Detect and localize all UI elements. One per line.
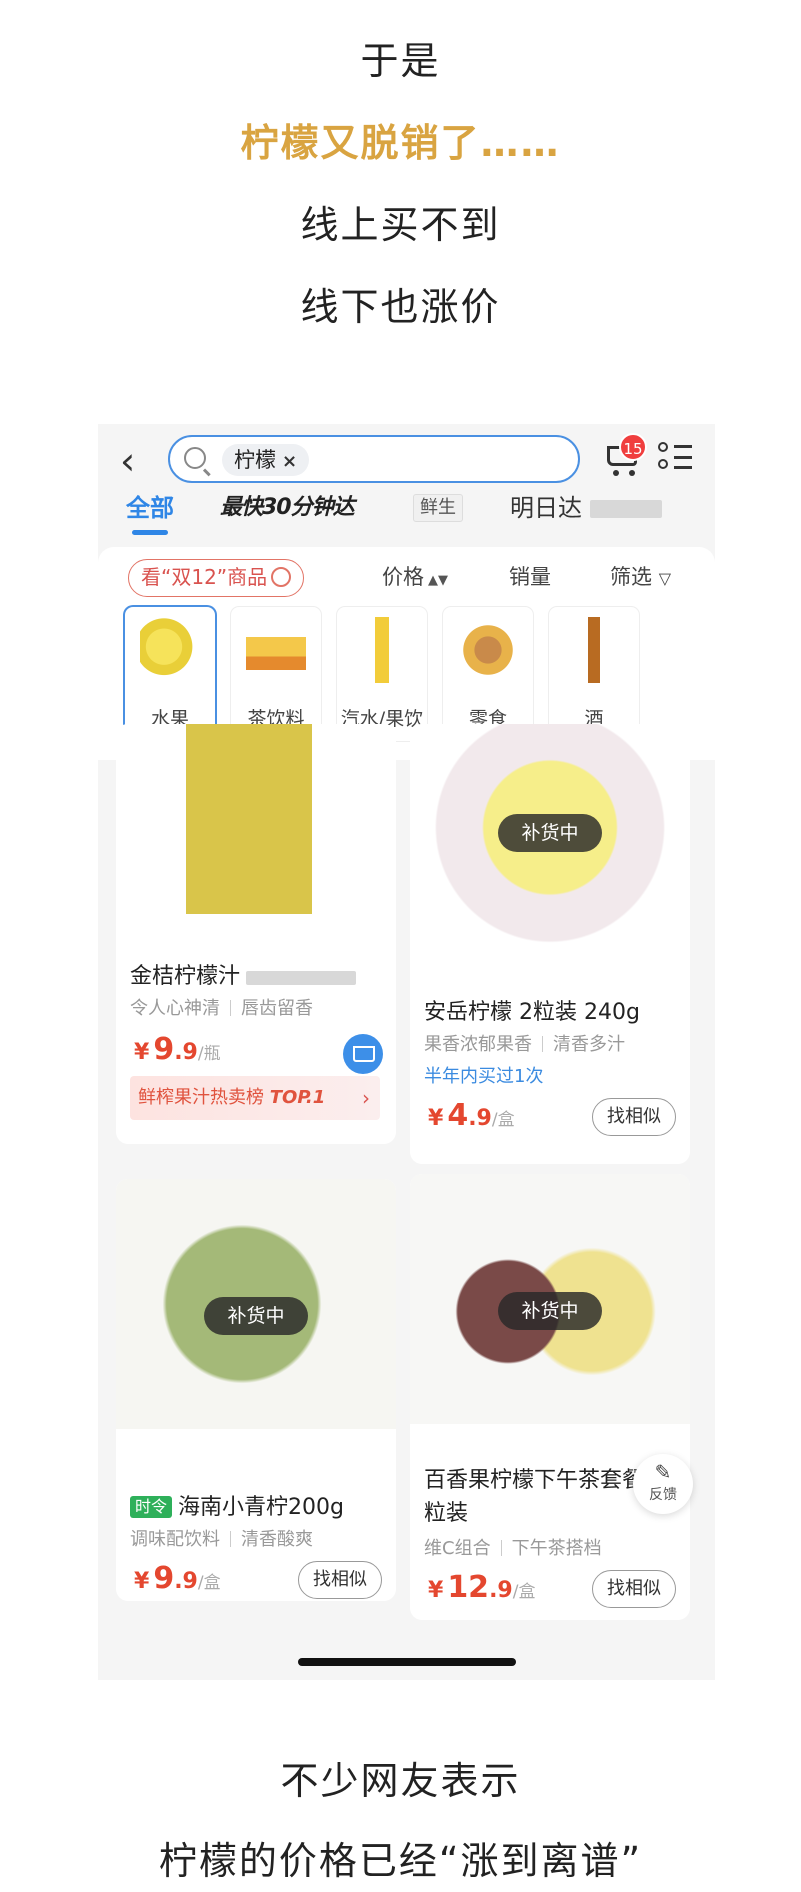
caption-line-4: 线下也涨价 xyxy=(300,285,501,329)
search-chip[interactable]: 柠檬 × xyxy=(222,444,310,476)
sort-price-label: 价格 xyxy=(382,565,424,589)
fire-icon xyxy=(271,567,292,587)
product-image-juice xyxy=(116,724,396,914)
sort-price[interactable]: 价格 ▲▼ xyxy=(382,561,448,597)
category-fruit[interactable]: 水果 xyxy=(125,607,215,741)
product-subtitle: 果香浓郁果香 清香多汁 xyxy=(424,1034,625,1055)
category-tea-drink[interactable]: 茶饮料 xyxy=(231,607,321,741)
search-chip-label: 柠檬 xyxy=(234,448,276,472)
find-similar-button[interactable]: 找相似 xyxy=(592,1098,676,1136)
category-soda[interactable]: 汽水/果饮 xyxy=(337,607,427,741)
hot-rank-banner[interactable]: 鲜榨果汁热卖榜 TOP.1 › xyxy=(130,1076,380,1120)
tab-fast-delivery[interactable]: 最快30分钟达 xyxy=(220,486,355,530)
product-subtitle: 令人心神清 唇齿留香 xyxy=(130,998,313,1019)
restock-badge: 补货中 xyxy=(498,814,602,852)
product-title: 金桔柠檬汁 xyxy=(130,958,357,990)
menu-icon[interactable] xyxy=(658,442,694,474)
back-icon[interactable]: ‹ xyxy=(120,436,160,486)
filter-icon: ▽ xyxy=(658,569,671,588)
restock-badge: 补货中 xyxy=(204,1297,308,1335)
product-card[interactable]: 金桔柠檬汁 令人心神清 唇齿留香 ¥9.9/瓶 鲜榨果汁热卖榜 TOP.1 › xyxy=(116,724,396,1144)
home-indicator xyxy=(298,1658,516,1666)
edit-icon: ✎ xyxy=(654,1460,672,1484)
filter-button[interactable]: 筛选 ▽ xyxy=(610,561,671,595)
promo-label: 看“双12”商品 xyxy=(141,565,268,589)
feedback-button[interactable]: ✎ 反馈 xyxy=(633,1454,693,1514)
add-to-cart-button[interactable] xyxy=(343,1034,383,1074)
product-title: 时令 海南小青柠200g xyxy=(130,1489,344,1521)
product-price: ¥12.9/盒 xyxy=(428,1570,536,1605)
product-card[interactable]: 补货中 百香果柠檬下午茶套餐 粒装 维C组合 下午茶搭档 ¥12.9/盒 找相似 xyxy=(410,1174,690,1620)
app-screenshot: ‹ 柠檬 × 15 全部 最快30分钟达 鲜生 明日达 看“双12”商品 价格 ▲▼… xyxy=(98,424,715,1680)
sort-sales[interactable]: 销量 xyxy=(509,561,551,593)
find-similar-button[interactable]: 找相似 xyxy=(592,1570,676,1608)
clear-chip-icon[interactable]: × xyxy=(282,451,297,472)
search-header: ‹ 柠檬 × 15 全部 最快30分钟达 鲜生 明日达 xyxy=(98,424,715,559)
blurred-tab xyxy=(590,500,662,518)
product-subtitle: 调味配饮料 清香酸爽 xyxy=(130,1529,313,1550)
product-title: 百香果柠檬下午茶套餐 粒装 xyxy=(424,1468,644,1526)
product-price: ¥4.9/盒 xyxy=(428,1098,515,1133)
double12-promo-button[interactable]: 看“双12”商品 xyxy=(128,559,305,597)
product-price: ¥9.9/瓶 xyxy=(134,1032,221,1067)
tab-bar: 全部 最快30分钟达 鲜生 明日达 xyxy=(98,486,715,536)
snack-image xyxy=(458,617,518,683)
caption-line-3: 线上买不到 xyxy=(300,203,501,247)
sort-arrows-icon: ▲▼ xyxy=(428,573,448,588)
product-price: ¥9.9/盒 xyxy=(134,1561,221,1596)
restock-badge: 补货中 xyxy=(498,1292,602,1330)
find-similar-button[interactable]: 找相似 xyxy=(298,1561,382,1599)
soda-image xyxy=(352,617,412,683)
product-subtitle: 维C组合 下午茶搭档 xyxy=(424,1538,602,1559)
search-input[interactable]: 柠檬 × xyxy=(168,435,580,483)
cart-badge: 15 xyxy=(619,433,647,461)
seasonal-tag: 时令 xyxy=(130,1496,173,1518)
tab-indicator xyxy=(132,530,168,535)
tab-all[interactable]: 全部 xyxy=(126,486,174,530)
caption-line-2: 柠檬又脱销了…… xyxy=(240,121,561,165)
caption-line-5: 不少网友表示 xyxy=(280,1759,521,1803)
chevron-right-icon: › xyxy=(362,1086,370,1110)
caption-line-1: 于是 xyxy=(360,39,441,83)
product-card[interactable]: 补货中 安岳柠檬 2粒装 240g 果香浓郁果香 清香多汁 半年内买过1次 ¥4.… xyxy=(410,724,690,1164)
lemon-image xyxy=(140,617,200,683)
category-snack[interactable]: 零食 xyxy=(443,607,533,741)
search-icon xyxy=(184,447,206,469)
liquor-image xyxy=(564,617,624,683)
product-title: 安岳柠檬 2粒装 240g xyxy=(424,1000,640,1025)
filter-label: 筛选 xyxy=(610,565,652,589)
category-liquor[interactable]: 酒 xyxy=(549,607,639,741)
tab-next-day[interactable]: 明日达 xyxy=(510,486,582,530)
caption-line-6: 柠檬的价格已经“涨到离谱” xyxy=(158,1839,643,1883)
tea-drink-image xyxy=(246,617,306,683)
feedback-label: 反馈 xyxy=(649,1487,677,1503)
tab-fresh-tag[interactable]: 鲜生 xyxy=(413,494,463,522)
product-card[interactable]: 补货中 时令 海南小青柠200g 调味配饮料 清香酸爽 ¥9.9/盒 找相似 xyxy=(116,1179,396,1601)
purchase-history-note: 半年内买过1次 xyxy=(424,1066,544,1087)
